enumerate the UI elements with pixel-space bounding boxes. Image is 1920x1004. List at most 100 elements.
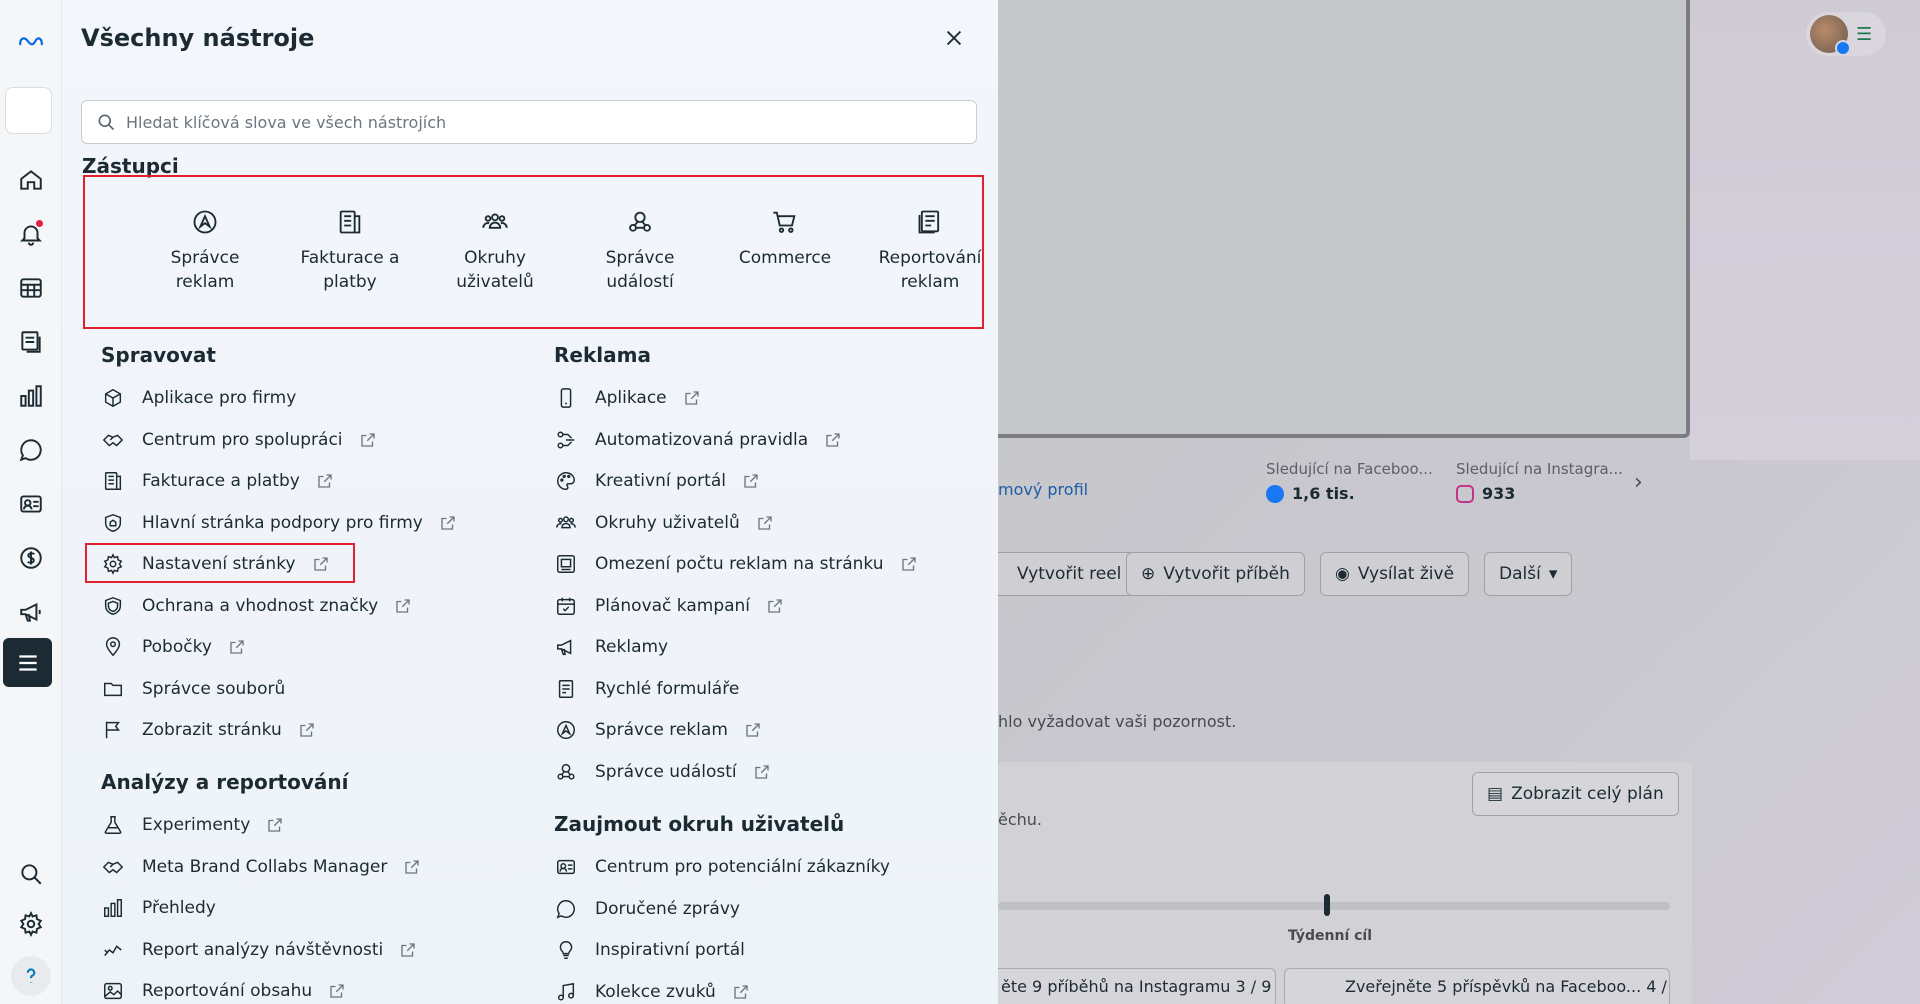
tool-item-label: Doručené zprávy bbox=[595, 898, 740, 919]
chevron-right-icon[interactable]: › bbox=[1634, 470, 1643, 495]
create-story-button[interactable]: ⊕ Vytvořit příběh bbox=[1126, 552, 1305, 596]
tool-item-insights[interactable]: Přehledy bbox=[102, 893, 216, 923]
insights-icon[interactable] bbox=[11, 376, 51, 416]
tool-item-apps[interactable]: Aplikace bbox=[555, 383, 701, 413]
agent-ads-reporting[interactable]: Reportování reklam bbox=[860, 208, 1000, 294]
tool-item-audiences[interactable]: Okruhy uživatelů bbox=[555, 508, 774, 538]
close-icon bbox=[946, 30, 962, 46]
external-link-icon bbox=[744, 721, 762, 739]
tool-item-support-home[interactable]: Hlavní stránka podpory pro firmy bbox=[102, 508, 457, 538]
external-link-icon bbox=[824, 431, 842, 449]
engage-heading: Zaujmout okruh uživatelů bbox=[554, 812, 845, 836]
menu-lines-icon: ☰ bbox=[1856, 23, 1873, 45]
ads-manager-icon bbox=[193, 210, 217, 234]
external-link-icon bbox=[394, 597, 412, 615]
tool-item-label: Hlavní stránka podpory pro firmy bbox=[142, 512, 423, 533]
notifications-icon[interactable] bbox=[11, 214, 51, 254]
cover-side bbox=[1690, 0, 1920, 460]
tool-item-billing[interactable]: Fakturace a platby bbox=[102, 466, 334, 496]
tool-item-sound-collection[interactable]: Kolekce zvuků bbox=[555, 977, 750, 1004]
tool-item-content-reporting[interactable]: Reportování obsahu bbox=[102, 976, 346, 1004]
more-button[interactable]: Další ▾ bbox=[1484, 552, 1573, 596]
ad-limits-icon bbox=[555, 553, 577, 575]
tool-item-traffic-report[interactable]: Report analýzy návštěvnosti bbox=[102, 935, 417, 965]
tool-item-events-manager[interactable]: Správce událostí bbox=[555, 757, 771, 787]
attention-text: hlo vyžadovat vaši pozornost. bbox=[998, 712, 1237, 731]
tool-item-brand-safety[interactable]: Ochrana a vhodnost značky bbox=[102, 591, 412, 621]
tool-item-label: Centrum pro spolupráci bbox=[142, 429, 343, 450]
ig-followers: Sledující na Instagra... 933 bbox=[1456, 460, 1623, 503]
facebook-badge-icon bbox=[1835, 40, 1851, 56]
contacts-icon[interactable] bbox=[11, 484, 51, 524]
file-manager-icon bbox=[102, 678, 124, 700]
weekly-goal-label: Týdenní cíl bbox=[1288, 928, 1373, 944]
page-avatar-placeholder[interactable] bbox=[5, 87, 52, 134]
tool-item-label: Správce souborů bbox=[142, 678, 286, 699]
agent-audiences[interactable]: Okruhy uživatelů bbox=[425, 208, 565, 294]
account-switcher[interactable]: ☰ bbox=[1806, 12, 1886, 56]
external-link-icon bbox=[266, 816, 284, 834]
tool-item-business-apps[interactable]: Aplikace pro firmy bbox=[102, 383, 296, 413]
search-icon[interactable] bbox=[11, 854, 51, 894]
sound-collection-icon bbox=[555, 981, 577, 1003]
agent-billing[interactable]: Fakturace a platby bbox=[280, 208, 420, 294]
tool-item-locations[interactable]: Pobočky bbox=[102, 632, 246, 662]
tool-item-collaboration-center[interactable]: Centrum pro spolupráci bbox=[102, 425, 377, 455]
facebook-icon bbox=[1266, 484, 1284, 503]
tool-item-brand-collabs[interactable]: Meta Brand Collabs Manager bbox=[102, 852, 421, 882]
profile-link[interactable]: mový profil bbox=[998, 480, 1088, 499]
table-icon[interactable] bbox=[11, 268, 51, 308]
instant-forms-icon bbox=[555, 678, 577, 700]
tool-item-file-manager[interactable]: Správce souborů bbox=[102, 674, 285, 704]
collaboration-center-icon bbox=[102, 429, 124, 451]
left-navigation-rail bbox=[0, 0, 62, 1004]
go-live-button[interactable]: ◉ Vysílat živě bbox=[1320, 552, 1470, 596]
card-text: ěchu. bbox=[998, 810, 1043, 829]
agent-events-manager[interactable]: Správce událostí bbox=[570, 208, 710, 294]
megaphone-icon[interactable] bbox=[11, 592, 51, 632]
create-reel-button[interactable]: Vytvořit reel bbox=[998, 552, 1137, 596]
tool-item-automated-rules[interactable]: Automatizovaná pravidla bbox=[555, 425, 842, 455]
meta-logo-icon[interactable] bbox=[7, 21, 55, 61]
all-tools-menu-icon[interactable] bbox=[3, 638, 52, 687]
ig-followers-value-row: 933 bbox=[1456, 484, 1623, 503]
fb-followers: Sledující na Faceboo... 1,6 tis. bbox=[1266, 460, 1433, 503]
monetization-icon[interactable] bbox=[11, 538, 51, 578]
content-icon[interactable] bbox=[11, 322, 51, 362]
tool-item-page-settings[interactable]: Nastavení stránky bbox=[102, 549, 330, 579]
tool-item-ads-manager[interactable]: Správce reklam bbox=[555, 715, 762, 745]
tool-item-label: Report analýzy návštěvnosti bbox=[142, 939, 384, 960]
tool-item-instant-forms[interactable]: Rychlé formuláře bbox=[555, 674, 739, 704]
plus-circle-icon: ⊕ bbox=[1141, 564, 1156, 584]
tool-item-label: Experimenty bbox=[142, 815, 251, 835]
tool-item-creative-hub[interactable]: Kreativní portál bbox=[555, 466, 760, 496]
live-icon: ◉ bbox=[1335, 564, 1350, 584]
agent-ads-manager[interactable]: Správce reklam bbox=[135, 208, 275, 294]
tool-item-leads-center[interactable]: Centrum pro potenciální zákazníky bbox=[555, 852, 890, 882]
instagram-stories-task[interactable]: ěte 9 příběhů na Instagramu 3 / 9 bbox=[998, 968, 1276, 1004]
close-button[interactable] bbox=[938, 22, 970, 54]
tool-item-label: Nastavení stránky bbox=[142, 554, 296, 574]
tools-search-input[interactable] bbox=[126, 112, 966, 132]
view-full-plan-button[interactable]: ▤ Zobrazit celý plán bbox=[1472, 772, 1679, 816]
tool-item-campaign-planner[interactable]: Plánovač kampaní bbox=[555, 591, 784, 621]
tool-item-ads[interactable]: Reklamy bbox=[555, 632, 668, 662]
facebook-posts-task[interactable]: Zveřejněte 5 příspěvků na Faceboo... 4 /… bbox=[1284, 968, 1670, 1004]
messages-icon[interactable] bbox=[11, 430, 51, 470]
agent-label-line1: Správce bbox=[170, 248, 240, 268]
agent-commerce[interactable]: Commerce bbox=[715, 208, 855, 270]
settings-icon[interactable] bbox=[11, 904, 51, 944]
tool-item-label: Kreativní portál bbox=[595, 471, 726, 491]
tool-item-label: Omezení počtu reklam na stránku bbox=[595, 554, 884, 574]
brand-collabs-icon bbox=[102, 856, 124, 878]
tool-item-experiments[interactable]: Experimenty bbox=[102, 810, 284, 840]
tool-item-view-page[interactable]: Zobrazit stránku bbox=[102, 715, 316, 745]
tool-item-inspiration-hub[interactable]: Inspirativní portál bbox=[555, 935, 745, 965]
tools-search-field[interactable] bbox=[81, 100, 977, 144]
tool-item-ad-limits[interactable]: Omezení počtu reklam na stránku bbox=[555, 549, 918, 579]
tool-item-inbox[interactable]: Doručené zprávy bbox=[555, 894, 740, 924]
help-icon[interactable] bbox=[11, 956, 51, 996]
tool-item-label: Pobočky bbox=[142, 637, 212, 657]
ads-icon bbox=[555, 636, 577, 658]
home-icon[interactable] bbox=[11, 160, 51, 200]
